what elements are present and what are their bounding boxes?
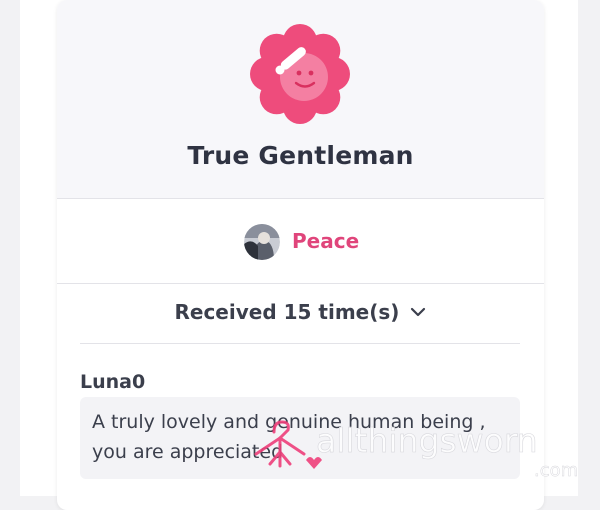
giver-avatar[interactable] xyxy=(244,224,280,260)
comment-author[interactable]: Luna0 xyxy=(80,371,145,393)
chevron-down-icon xyxy=(410,307,425,317)
received-count-toggle[interactable]: Received 15 time(s) xyxy=(57,300,544,330)
comment-text: A truly lovely and genuine human being ,… xyxy=(92,411,486,463)
badge-title: True Gentleman xyxy=(187,141,414,170)
giver-name[interactable]: Peace xyxy=(292,229,359,253)
comment-box: A truly lovely and genuine human being ,… xyxy=(80,397,520,479)
saluting-face-flower-icon xyxy=(250,24,350,124)
divider xyxy=(80,343,520,344)
received-count-label: Received 15 time(s) xyxy=(174,300,400,324)
badge-card: True Gentleman Peace Received 15 time(s)… xyxy=(57,0,544,510)
